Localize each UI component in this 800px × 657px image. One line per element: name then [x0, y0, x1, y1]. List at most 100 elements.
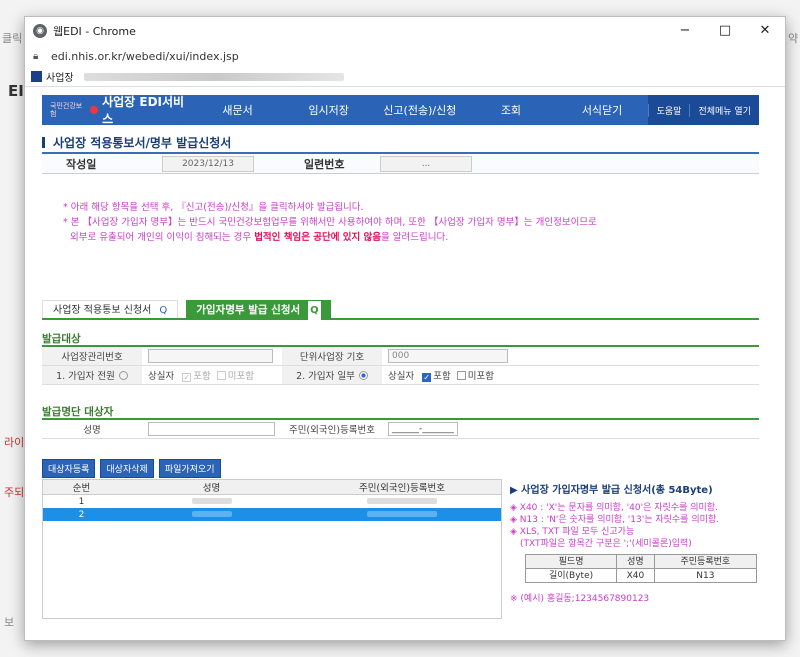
name-input[interactable]: [148, 422, 275, 436]
checkbox-icon: [456, 371, 466, 380]
register-button[interactable]: 대상자등록: [42, 459, 96, 478]
lock-icon: 🔒︎: [33, 50, 39, 62]
address-bar[interactable]: 🔒︎ edi.nhis.or.kr/webedi/xui/index.jsp: [25, 45, 785, 67]
page-tab-title[interactable]: 사업장: [46, 69, 74, 84]
top-nav: 국민건강보험 사업장 EDI서비스 새문서 임시저장 신고(전송)/신청 조회 …: [42, 95, 759, 126]
format-th: 필드명: [524, 554, 618, 569]
mgmt-no-label: 사업장관리번호: [42, 347, 142, 365]
target-section-title: 발급대상: [42, 333, 81, 345]
include-option[interactable]: ✓ 포함: [182, 368, 211, 382]
col-rrn: 주민(외국인)등록번호: [358, 483, 446, 494]
maximize-button[interactable]: □: [705, 17, 745, 45]
chrome-icon: ◉: [33, 24, 47, 38]
include-option[interactable]: ✓ 포함: [422, 368, 451, 382]
redacted-rrn: [303, 497, 501, 507]
all-lost-cell: 상실자 ✓ 포함 미포함: [142, 366, 282, 384]
mgmt-no-cell: [142, 347, 282, 365]
format-table-header: 필드명 성명 주민등록번호: [524, 554, 758, 569]
nav-new-doc[interactable]: 새문서: [192, 102, 283, 118]
form-tabs: 사업장 적용통보 신청서 Q 가입자명부 발급 신청서 Q: [42, 300, 759, 321]
rrn-input[interactable]: ______-_______: [388, 422, 458, 436]
row-no: 1: [78, 496, 85, 507]
exclude-option[interactable]: 미포함: [216, 368, 254, 382]
serial-value: ...: [380, 155, 472, 172]
menu-open-button[interactable]: 전체메뉴 열기: [689, 103, 759, 117]
logo-dot-icon: [90, 106, 99, 114]
edi-content: 국민건강보험 사업장 EDI서비스 새문서 임시저장 신고(전송)/신청 조회 …: [25, 88, 785, 640]
info-row: 작성일 2023/12/13 일련번호 ...: [42, 152, 759, 174]
nav-close-form[interactable]: 서식닫기: [557, 102, 648, 118]
minimize-button[interactable]: −: [665, 17, 705, 45]
format-line: (TXT파일은 항목간 구분은 ';'(세미콜론)입력): [520, 539, 692, 549]
partial-lost-cell: 상실자 ✓ 포함 미포함: [382, 366, 759, 384]
bg-text: 약: [788, 32, 799, 45]
grid-header: 순번 성명 주민(외국인)등록번호: [43, 480, 501, 495]
help-button[interactable]: 도움말: [647, 103, 690, 117]
name-cell: [142, 420, 282, 438]
format-td: X40: [616, 568, 655, 583]
title-bar: ◉ 웹EDI - Chrome − □ ✕: [25, 17, 785, 45]
include-label: 포함: [193, 371, 211, 382]
name-label: 성명: [42, 420, 142, 438]
popup-window: ◉ 웹EDI - Chrome − □ ✕ 🔒︎ edi.nhis.or.kr/…: [24, 16, 786, 641]
serial-label: 일련번호: [304, 157, 345, 171]
bg-text: EI: [8, 82, 24, 100]
bg-text: 라이: [4, 436, 25, 449]
table-row[interactable]: 2: [43, 508, 501, 521]
exclude-label: 미포함: [467, 371, 494, 382]
exclude-option[interactable]: 미포함: [456, 368, 494, 382]
all-members-radio[interactable]: [118, 370, 128, 380]
notice-text: * 아래 해당 항목을 선택 후, 『신고(전송)/신청』을 클릭하셔야 발급됩…: [63, 200, 597, 245]
format-th: 주민등록번호: [653, 554, 758, 569]
mgmt-no-field[interactable]: [148, 349, 273, 363]
format-td: N13: [653, 568, 758, 583]
format-table-row: 길이(Byte) X40 N13: [524, 568, 758, 583]
lost-label: 상실자: [148, 371, 175, 382]
bg-text: 클릭: [2, 32, 23, 45]
format-help: ▶ 사업장 가입자명부 발급 신청서(총 54Byte) ◈ X40 : 'X'…: [510, 485, 760, 605]
lost-label: 상실자: [388, 371, 415, 382]
notice-text-part: 외부로 유출되어 개인의 이익이 침해되는 경우: [70, 232, 255, 243]
unit-cell: 000: [382, 347, 759, 365]
form-row: 성명 주민(외국인)등록번호 ______-_______: [42, 420, 759, 439]
search-icon[interactable]: Q: [159, 301, 167, 321]
nav-inquiry[interactable]: 조회: [465, 102, 556, 118]
partial-members-radio[interactable]: [358, 370, 368, 380]
redacted-text: [83, 72, 344, 81]
table-row[interactable]: 1: [43, 495, 501, 508]
format-td: 길이(Byte): [524, 568, 618, 583]
nav-submit[interactable]: 신고(전송)/신청: [374, 102, 465, 118]
unit-label: 단위사업장 기호: [282, 347, 382, 365]
delete-button[interactable]: 대상자삭제: [100, 459, 154, 478]
import-file-button[interactable]: 파일가져오기: [158, 459, 221, 478]
redacted-name: [120, 510, 303, 520]
tab-label: 사업장 적용통보 신청서: [53, 305, 152, 316]
form-row: 사업장관리번호 단위사업장 기호 000: [42, 347, 759, 366]
option-label: 1. 가입자 전원: [56, 371, 115, 382]
tab-label: 가입자명부 발급 신청서: [196, 304, 301, 316]
person-form: 성명 주민(외국인)등록번호 ______-_______: [42, 418, 759, 439]
search-icon[interactable]: Q: [308, 301, 321, 321]
logo-mark: 국민건강보험: [50, 102, 83, 118]
notice-line: 외부로 유출되어 개인의 이익이 침해되는 경우 법적인 책임은 공단에 있지 …: [63, 230, 597, 245]
url-text: edi.nhis.or.kr/webedi/xui/index.jsp: [51, 49, 239, 63]
tab-workplace-notice[interactable]: 사업장 적용통보 신청서 Q: [42, 300, 179, 321]
close-button[interactable]: ✕: [745, 17, 785, 45]
check-icon: ✓: [182, 373, 192, 382]
window-title: 웹EDI - Chrome: [53, 25, 136, 38]
check-icon: ✓: [422, 373, 432, 382]
nav-temp-save[interactable]: 임시저장: [283, 102, 374, 118]
form-row: 1. 가입자 전원 상실자 ✓ 포함 미포함 2. 가입자 일부 상실자 ✓ 포함 …: [42, 366, 759, 385]
tab-member-list[interactable]: 가입자명부 발급 신청서 Q: [186, 300, 331, 321]
target-form: 사업장관리번호 단위사업장 기호 000 1. 가입자 전원 상실자 ✓ 포함 미…: [42, 345, 759, 385]
all-members-label: 1. 가입자 전원: [42, 366, 142, 384]
redacted-rrn: [303, 510, 501, 520]
row-no: 2: [78, 509, 85, 520]
redacted-name: [120, 497, 303, 507]
site-icon: [31, 71, 42, 82]
notice-line: * 아래 해당 항목을 선택 후, 『신고(전송)/신청』을 클릭하셔야 발급됩…: [63, 202, 364, 213]
notice-bold: 법적인 책임은 공단에 있지 않음: [254, 232, 382, 243]
rrn-label: 주민(외국인)등록번호: [282, 420, 382, 438]
person-grid[interactable]: 순번 성명 주민(외국인)등록번호 1 2: [42, 479, 502, 619]
unit-field[interactable]: 000: [388, 349, 508, 363]
